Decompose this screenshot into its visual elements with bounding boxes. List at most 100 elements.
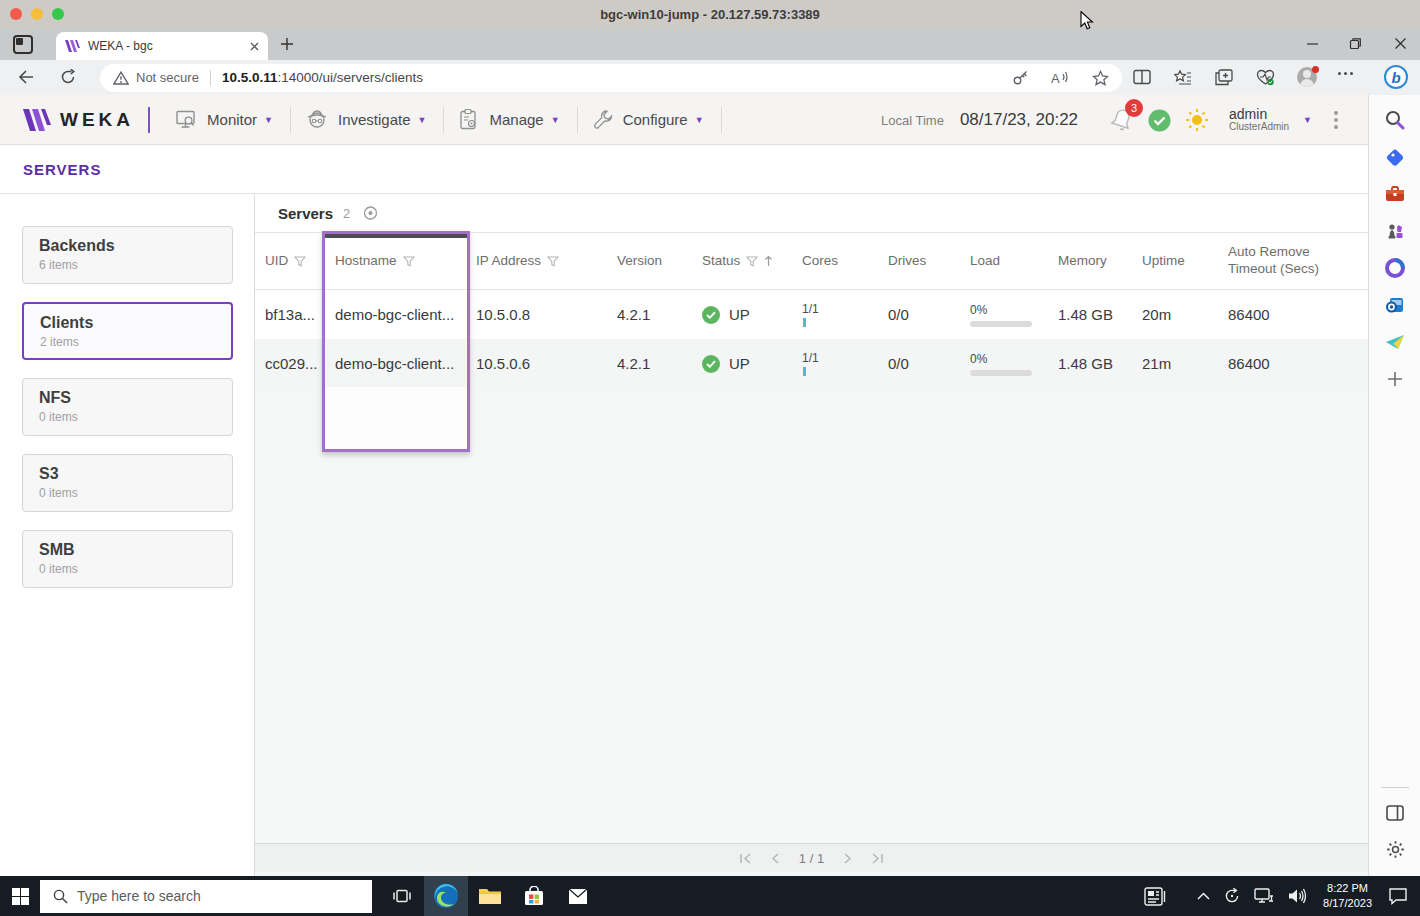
nav-configure[interactable]: Configure ▼ — [578, 95, 721, 144]
notifications-button[interactable]: 3 — [1110, 107, 1134, 133]
filter-icon[interactable] — [547, 256, 559, 267]
load-bar — [970, 321, 1032, 327]
address-bar[interactable]: Not secure 10.5.0.11:14000/ui/servers/cl… — [100, 64, 1122, 92]
health-check-icon[interactable] — [1148, 109, 1171, 132]
news-widgets-icon[interactable] — [1144, 887, 1166, 906]
tray-expand-chevron-icon[interactable] — [1197, 892, 1210, 900]
nav-investigate-label: Investigate — [338, 111, 411, 128]
sidebar-tools-icon[interactable] — [1369, 175, 1420, 212]
taskbar-clock[interactable]: 8:22 PM 8/17/2023 — [1323, 881, 1372, 911]
browser-menu-icon[interactable] — [1338, 72, 1353, 75]
col-memory[interactable]: Memory — [1052, 253, 1136, 270]
start-button[interactable] — [0, 876, 40, 916]
tab-title: WEKA - bgc — [88, 39, 250, 53]
col-timeout[interactable]: Auto Remove Timeout (Secs) — [1222, 244, 1368, 278]
theme-sun-icon[interactable] — [1185, 108, 1209, 132]
back-icon[interactable] — [18, 69, 35, 85]
sidebar-m365-icon[interactable] — [1369, 249, 1420, 286]
browser-essentials-icon[interactable] — [1256, 69, 1275, 86]
user-menu[interactable]: admin ClusterAdmin — [1229, 107, 1289, 132]
sidebar-panel-toggle-icon[interactable] — [1369, 794, 1420, 831]
sidebar-settings-gear-icon[interactable] — [1369, 831, 1420, 868]
nav-manage[interactable]: Manage ▼ — [444, 95, 576, 144]
nav-monitor[interactable]: Monitor ▼ — [162, 95, 290, 144]
profile-avatar[interactable] — [1297, 67, 1317, 87]
sidebar-card-backends[interactable]: Backends 6 items — [22, 226, 233, 284]
favorite-star-icon[interactable] — [1092, 70, 1109, 86]
bing-chat-icon[interactable]: b — [1384, 65, 1408, 89]
sidebar-card-nfs[interactable]: NFS 0 items — [22, 378, 233, 436]
page-title: SERVERS — [23, 161, 101, 178]
status-up-icon — [702, 306, 720, 324]
col-version[interactable]: Version — [611, 253, 696, 270]
filter-icon[interactable] — [403, 256, 415, 267]
kebab-menu-icon[interactable] — [1334, 111, 1338, 129]
sidebar-add-icon[interactable] — [1369, 360, 1420, 397]
cores-bar — [803, 367, 806, 376]
col-uptime[interactable]: Uptime — [1136, 253, 1222, 270]
split-screen-icon[interactable] — [1133, 69, 1151, 85]
tray-sync-icon[interactable] — [1224, 888, 1240, 904]
tab-actions-icon[interactable] — [13, 35, 33, 54]
sidebar-outlook-icon[interactable] — [1369, 286, 1420, 323]
sidebar-card-s3[interactable]: S3 0 items — [22, 454, 233, 512]
user-role: ClusterAdmin — [1229, 122, 1289, 133]
read-aloud-icon[interactable]: A — [1051, 70, 1070, 86]
col-load[interactable]: Load — [964, 253, 1052, 270]
tray-volume-icon[interactable] — [1288, 888, 1307, 904]
window-maximize-icon[interactable] — [1349, 37, 1362, 50]
col-hostname[interactable]: Hostname — [322, 253, 470, 270]
taskbar-store-button[interactable] — [512, 876, 556, 916]
col-ip[interactable]: IP Address — [470, 253, 611, 270]
table-row[interactable]: bf13a... demo-bgc-client... 10.5.0.8 4.2… — [255, 290, 1368, 339]
window-minimize-icon[interactable] — [1306, 37, 1319, 50]
minimize-traffic-light[interactable] — [31, 8, 43, 20]
filter-icon[interactable] — [746, 256, 758, 267]
task-view-button[interactable] — [380, 876, 424, 916]
sidebar-card-clients[interactable]: Clients 2 items — [22, 302, 233, 360]
close-traffic-light[interactable] — [10, 8, 22, 20]
col-cores[interactable]: Cores — [796, 253, 882, 270]
last-page-icon[interactable] — [871, 853, 884, 864]
taskbar-explorer-button[interactable] — [468, 876, 512, 916]
zoom-traffic-light[interactable] — [52, 8, 64, 20]
password-key-icon[interactable] — [1012, 69, 1029, 86]
new-tab-icon[interactable] — [280, 37, 294, 51]
tray-network-icon[interactable] — [1254, 888, 1274, 904]
store-icon — [523, 886, 545, 907]
browser-tab[interactable]: WEKA - bgc — [56, 32, 268, 60]
card-title: Clients — [40, 314, 231, 332]
table-row[interactable]: cc029... demo-bgc-client... 10.5.0.6 4.2… — [255, 339, 1368, 388]
taskbar-mail-button[interactable] — [556, 876, 600, 916]
taskbar-edge-button[interactable] — [424, 876, 468, 916]
first-page-icon[interactable] — [739, 853, 752, 864]
sidebar-search-icon[interactable] — [1369, 101, 1420, 138]
local-time-value: 08/17/23, 20:22 — [960, 110, 1078, 130]
window-close-icon[interactable] — [1394, 37, 1407, 50]
tab-close-icon[interactable] — [250, 42, 259, 51]
weka-brand[interactable]: WEKA — [22, 107, 134, 133]
prev-page-icon[interactable] — [771, 853, 780, 864]
col-uid[interactable]: UID — [255, 253, 322, 270]
sidebar-drop-icon[interactable] — [1369, 323, 1420, 360]
sort-asc-icon[interactable] — [764, 255, 773, 267]
visibility-eye-icon[interactable] — [362, 206, 379, 220]
filter-icon[interactable] — [294, 256, 306, 267]
traffic-lights[interactable] — [10, 8, 64, 20]
col-drives[interactable]: Drives — [882, 253, 964, 270]
card-count: 2 items — [40, 335, 231, 349]
edge-icon — [433, 883, 459, 909]
nav-investigate[interactable]: Investigate ▼ — [291, 95, 443, 144]
col-status[interactable]: Status — [696, 253, 796, 270]
user-chevron-icon[interactable]: ▼ — [1303, 115, 1312, 125]
sidebar-games-icon[interactable] — [1369, 212, 1420, 249]
sidebar-shopping-icon[interactable] — [1369, 138, 1420, 175]
sidebar-card-smb[interactable]: SMB 0 items — [22, 530, 233, 588]
action-center-icon[interactable] — [1388, 887, 1408, 905]
collections-icon[interactable] — [1215, 69, 1233, 86]
not-secure-warning-icon — [113, 71, 129, 85]
refresh-icon[interactable] — [60, 69, 76, 85]
taskbar-search-box[interactable]: Type here to search — [40, 880, 372, 913]
next-page-icon[interactable] — [843, 853, 852, 864]
favorites-icon[interactable] — [1174, 69, 1192, 86]
